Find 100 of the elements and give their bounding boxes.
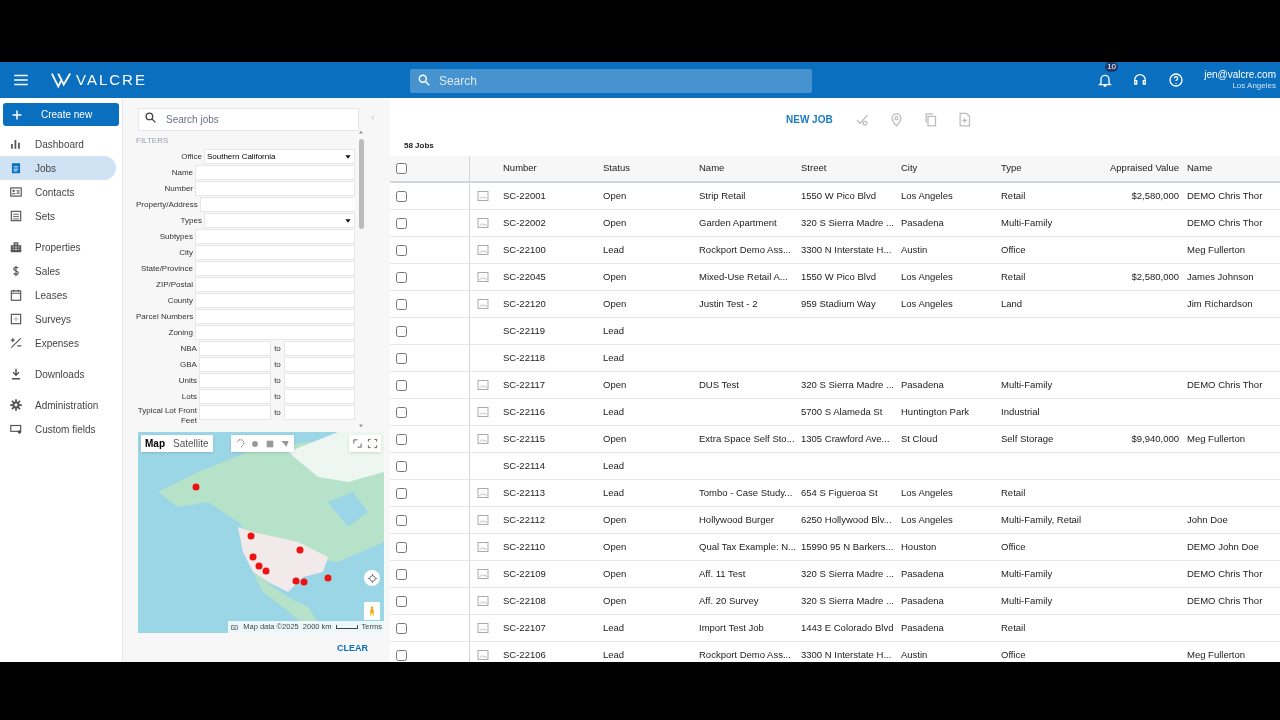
range-from-field[interactable] — [198, 373, 271, 388]
column-header[interactable]: City — [901, 161, 1001, 176]
map-marker-icon[interactable] — [292, 577, 300, 585]
row-checkbox[interactable] — [396, 325, 407, 337]
search-jobs-field[interactable]: Search jobs — [138, 108, 359, 131]
table-cell: DEMO Chris Thor — [1187, 216, 1263, 228]
range-from-field[interactable] — [198, 389, 271, 404]
range-separator: to — [273, 359, 282, 371]
table-cell: 654 S Figueroa St — [801, 486, 878, 498]
row-checkbox[interactable] — [396, 460, 407, 472]
nav-item[interactable]: Jobs — [0, 156, 116, 180]
row-checkbox[interactable] — [396, 298, 407, 310]
range-to-field[interactable] — [284, 357, 355, 372]
row-checkbox[interactable] — [396, 406, 407, 418]
nav-item[interactable]: Surveys — [0, 307, 116, 331]
column-header[interactable]: Status — [603, 161, 699, 176]
nav-item[interactable]: Sales — [0, 259, 116, 283]
text-field[interactable] — [195, 293, 355, 308]
text-field[interactable] — [195, 309, 355, 324]
street-view-button[interactable] — [364, 602, 380, 620]
table-cell: Open — [603, 513, 627, 525]
text-field[interactable] — [195, 229, 355, 244]
range-to-field[interactable] — [284, 341, 355, 356]
range-to-field[interactable] — [284, 405, 355, 420]
search-icon — [144, 111, 157, 124]
select-field[interactable]: Southern California — [203, 149, 355, 164]
map-marker-icon[interactable] — [300, 578, 308, 586]
map-marker-icon[interactable] — [249, 553, 257, 561]
range-from-field[interactable] — [198, 341, 271, 356]
range-to-field[interactable] — [284, 373, 355, 388]
map-marker-icon[interactable] — [247, 532, 255, 540]
new-job-button[interactable]: NEW JOB — [786, 112, 833, 127]
column-header[interactable]: Street — [801, 161, 901, 176]
table-cell: Import Test Job — [699, 621, 764, 633]
nav-item[interactable]: Downloads — [0, 362, 116, 386]
row-checkbox[interactable] — [396, 514, 407, 526]
text-field[interactable] — [199, 197, 355, 212]
filters-heading: FILTERS — [136, 135, 170, 147]
table-cell: Mixed-Use Retail A... — [699, 270, 788, 282]
column-header[interactable]: Name — [1187, 161, 1279, 176]
text-field[interactable] — [195, 325, 355, 340]
map-marker-icon[interactable] — [255, 562, 263, 570]
row-checkbox[interactable] — [396, 352, 407, 364]
nav-item[interactable]: Custom fields — [0, 417, 116, 441]
nav-item[interactable]: Sets — [0, 204, 116, 228]
row-checkbox[interactable] — [396, 649, 407, 661]
map-type-tab[interactable]: Satellite — [169, 435, 213, 452]
row-checkbox[interactable] — [396, 595, 407, 607]
table-cell: Lead — [603, 324, 625, 336]
map-type-tab[interactable]: Map — [141, 435, 169, 452]
map-marker-icon[interactable] — [192, 483, 200, 491]
nav-item[interactable]: Administration — [0, 393, 116, 417]
table-cell: DEMO Chris Thor — [1187, 567, 1263, 579]
table-cell: Pasadena — [901, 594, 944, 606]
nav-item[interactable]: Expenses — [0, 331, 116, 355]
text-field[interactable] — [195, 245, 355, 260]
column-header[interactable]: Type — [1001, 161, 1089, 176]
field-label: NBA — [179, 343, 198, 355]
row-checkbox[interactable] — [396, 433, 407, 445]
clear-button[interactable]: CLEAR — [337, 642, 368, 656]
row-checkbox[interactable] — [396, 541, 407, 553]
range-to-field[interactable] — [284, 389, 355, 404]
table-cell: Pasadena — [901, 216, 944, 228]
column-header[interactable]: Name — [699, 161, 801, 176]
range-from-field[interactable] — [198, 357, 271, 372]
map-marker-icon[interactable] — [324, 574, 332, 582]
nav-item[interactable]: Dashboard — [0, 132, 116, 156]
table-cell: Los Angeles — [901, 297, 953, 309]
row-checkbox[interactable] — [396, 190, 407, 202]
polygon-icon — [280, 438, 290, 449]
text-field[interactable] — [195, 261, 355, 276]
nav-item[interactable]: Properties — [0, 235, 116, 259]
select-field[interactable] — [203, 213, 355, 228]
map-marker-icon[interactable] — [262, 567, 270, 575]
row-checkbox[interactable] — [396, 487, 407, 499]
user-email[interactable]: jen@valcre.com — [1204, 69, 1276, 80]
row-checkbox[interactable] — [396, 379, 407, 391]
text-field[interactable] — [195, 277, 355, 292]
table-cell: SC-22108 — [503, 594, 546, 606]
nav-item[interactable]: Contacts — [0, 180, 116, 204]
row-checkbox[interactable] — [396, 217, 407, 229]
column-header[interactable]: Appraised Value — [1089, 161, 1187, 176]
row-checkbox[interactable] — [396, 622, 407, 634]
row-checkbox[interactable] — [396, 244, 407, 256]
text-field[interactable] — [195, 181, 355, 196]
row-checkbox[interactable] — [396, 271, 407, 283]
toolbar-button[interactable] — [956, 111, 973, 128]
column-header[interactable]: Number — [503, 161, 603, 176]
row-checkbox[interactable] — [396, 568, 407, 580]
select-all-checkbox[interactable] — [396, 163, 407, 174]
range-from-field[interactable] — [198, 405, 271, 420]
nav-item[interactable]: Leases — [0, 283, 116, 307]
scrollbar[interactable] — [357, 129, 365, 429]
table-cell: $2,580,000 — [1131, 270, 1179, 282]
toolbar-button[interactable] — [922, 111, 939, 128]
create-new-button[interactable]: Create new — [3, 103, 119, 126]
map-marker-icon[interactable] — [296, 546, 304, 554]
text-field[interactable] — [195, 165, 355, 180]
table-cell: Aff. 11 Test — [699, 567, 746, 579]
table-cell: DUS Test — [699, 378, 739, 390]
